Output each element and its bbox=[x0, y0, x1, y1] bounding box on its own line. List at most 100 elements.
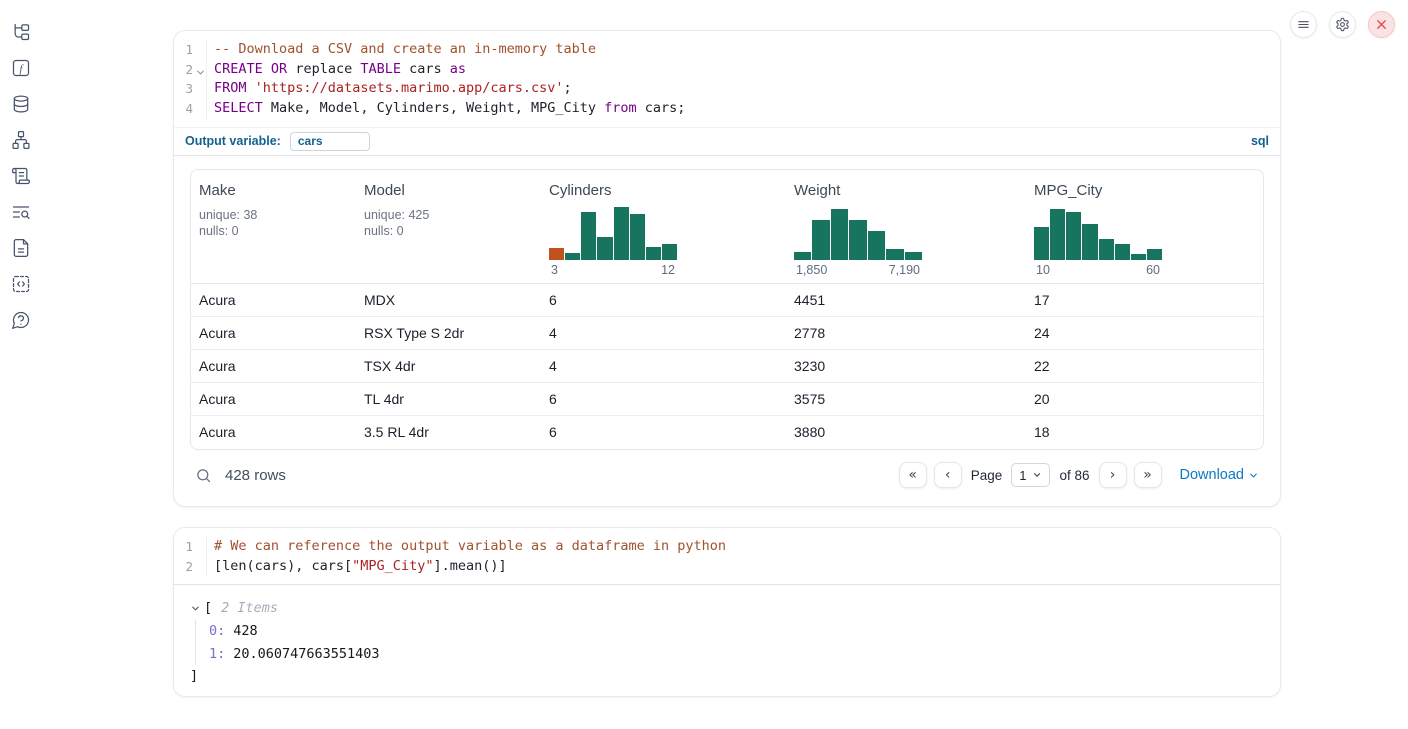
menu-button[interactable] bbox=[1290, 11, 1317, 38]
table-row[interactable]: Acura3.5 RL 4dr6388018 bbox=[191, 416, 1263, 449]
code-text: FROM 'https://datasets.marimo.app/cars.c… bbox=[214, 79, 572, 99]
table-row[interactable]: AcuraRSX Type S 2dr4277824 bbox=[191, 317, 1263, 350]
table-row[interactable]: AcuraTSX 4dr4323022 bbox=[191, 350, 1263, 383]
download-button[interactable]: Download bbox=[1180, 467, 1260, 483]
download-label: Download bbox=[1180, 467, 1245, 483]
output-variable-input[interactable] bbox=[290, 132, 370, 151]
table-cell: 4451 bbox=[786, 292, 1026, 308]
sidebar-panel-function-square-icon[interactable]: f bbox=[10, 57, 32, 79]
row-count: 428 rows bbox=[225, 467, 286, 484]
line-number: 1 bbox=[174, 40, 207, 60]
sidebar-panel-logs-search-icon[interactable] bbox=[10, 201, 32, 223]
table-cell: 3230 bbox=[786, 358, 1026, 374]
tree-entry: 1:20.060747663551403 bbox=[209, 643, 1264, 666]
table-row[interactable]: AcuraTL 4dr6357520 bbox=[191, 383, 1263, 416]
table-cell: 24 bbox=[1026, 325, 1263, 341]
histogram-bar bbox=[581, 212, 596, 260]
table-row[interactable]: AcuraMDX6445117 bbox=[191, 284, 1263, 317]
code-text: [len(cars), cars["MPG_City"].mean()] bbox=[214, 557, 507, 577]
tree-entry-value: 428 bbox=[233, 623, 257, 639]
page-select-value: 1 bbox=[1019, 468, 1026, 483]
table-cell: MDX bbox=[356, 292, 541, 308]
table-cell: Acura bbox=[191, 391, 356, 407]
table-header-row: Makeunique: 38nulls: 0Modelunique: 425nu… bbox=[191, 170, 1263, 284]
code-text: CREATE OR replace TABLE cars as bbox=[214, 60, 466, 80]
column-stat: unique: 38 bbox=[199, 207, 348, 224]
table-cell: Acura bbox=[191, 358, 356, 374]
dependency-graph-icon bbox=[11, 130, 31, 150]
table-cell: 6 bbox=[541, 292, 786, 308]
histogram-bar bbox=[1066, 212, 1081, 260]
fold-chevron-icon[interactable] bbox=[195, 64, 206, 75]
chevron-down-icon bbox=[1032, 470, 1042, 480]
line-number: 2 bbox=[174, 60, 207, 80]
code-text: # We can reference the output variable a… bbox=[214, 537, 726, 557]
settings-button[interactable] bbox=[1329, 11, 1356, 38]
histogram-axis-label: 1,850 bbox=[796, 263, 827, 277]
sidebar-panel-dependency-graph-icon[interactable] bbox=[10, 129, 32, 151]
page-select[interactable]: 1 bbox=[1011, 463, 1050, 487]
column-header-weight[interactable]: Weight1,8507,190 bbox=[786, 170, 1026, 283]
collapse-toggle-icon[interactable] bbox=[190, 603, 201, 614]
sidebar-panel-file-tree-icon[interactable] bbox=[10, 21, 32, 43]
column-name: MPG_City bbox=[1034, 182, 1255, 199]
histogram-axis-label: 10 bbox=[1036, 263, 1050, 277]
code-text: -- Download a CSV and create an in-memor… bbox=[214, 40, 596, 60]
output-variable-bar: Output variable: sql bbox=[174, 127, 1280, 156]
search-button[interactable] bbox=[195, 467, 212, 484]
document-icon bbox=[11, 238, 31, 258]
next-page-button[interactable]: › bbox=[1099, 462, 1127, 488]
sql-code-editor[interactable]: 1 -- Download a CSV and create an in-memo… bbox=[174, 31, 1280, 127]
histogram-bar bbox=[1115, 244, 1130, 260]
logs-search-icon bbox=[11, 202, 31, 222]
help-icon bbox=[11, 310, 31, 330]
first-page-button[interactable]: « bbox=[899, 462, 927, 488]
code-line: 4 SELECT Make, Model, Cylinders, Weight, … bbox=[174, 99, 1280, 119]
shutdown-button[interactable] bbox=[1368, 11, 1395, 38]
line-number: 2 bbox=[174, 557, 207, 577]
table-cell: Acura bbox=[191, 424, 356, 440]
table-body: AcuraMDX6445117AcuraRSX Type S 2dr427782… bbox=[191, 284, 1263, 449]
prev-page-button[interactable]: ‹ bbox=[934, 462, 962, 488]
line-number: 4 bbox=[174, 99, 207, 119]
gear-icon bbox=[1335, 17, 1350, 32]
histogram-bar bbox=[630, 214, 645, 260]
histogram-bar bbox=[812, 220, 829, 260]
items-count-label: 2 Items bbox=[221, 600, 278, 616]
histogram-bar bbox=[565, 253, 580, 260]
code-line: 1 -- Download a CSV and create an in-memo… bbox=[174, 40, 1280, 60]
code-text: SELECT Make, Model, Cylinders, Weight, M… bbox=[214, 99, 685, 119]
histogram-bar bbox=[849, 220, 866, 260]
column-stat: unique: 425 bbox=[364, 207, 533, 224]
histogram-bar bbox=[549, 248, 564, 260]
python-code-editor[interactable]: 1 # We can reference the output variable … bbox=[174, 528, 1280, 585]
code-line: 3FROM 'https://datasets.marimo.app/cars.… bbox=[174, 79, 1280, 99]
histogram-axis-label: 60 bbox=[1146, 263, 1160, 277]
last-page-button[interactable]: » bbox=[1134, 462, 1162, 488]
column-header-mpg_city[interactable]: MPG_City 10 60 bbox=[1026, 170, 1263, 283]
sidebar-panel-snippets-code-icon[interactable] bbox=[10, 273, 32, 295]
table-cell: 18 bbox=[1026, 424, 1263, 440]
sidebar-panel-scroll-icon[interactable] bbox=[10, 165, 32, 187]
line-number: 1 bbox=[174, 537, 207, 557]
code-line: 1 # We can reference the output variable … bbox=[174, 537, 1280, 557]
sidebar-panel-database-icon[interactable] bbox=[10, 93, 32, 115]
table-cell: 4 bbox=[541, 358, 786, 374]
hamburger-icon bbox=[1296, 17, 1311, 32]
table-cell: 4 bbox=[541, 325, 786, 341]
page-label: Page bbox=[971, 468, 1003, 483]
sidebar-panel-document-icon[interactable] bbox=[10, 237, 32, 259]
sql-language-badge: sql bbox=[1251, 134, 1269, 148]
histogram-bar bbox=[1099, 239, 1114, 260]
column-header-cylinders[interactable]: Cylinders312 bbox=[541, 170, 786, 283]
sql-output-area: Makeunique: 38nulls: 0Modelunique: 425nu… bbox=[174, 156, 1280, 506]
sidebar-panel-help-icon[interactable] bbox=[10, 309, 32, 331]
table-cell: 2778 bbox=[786, 325, 1026, 341]
table-cell: Acura bbox=[191, 325, 356, 341]
close-icon bbox=[1374, 17, 1389, 32]
column-header-make[interactable]: Makeunique: 38nulls: 0 bbox=[191, 170, 356, 283]
tree-entry-index: 1: bbox=[209, 646, 225, 662]
code-line: 2 [len(cars), cars["MPG_City"].mean()] bbox=[174, 557, 1280, 577]
histogram-bar bbox=[614, 207, 629, 260]
column-header-model[interactable]: Modelunique: 425nulls: 0 bbox=[356, 170, 541, 283]
